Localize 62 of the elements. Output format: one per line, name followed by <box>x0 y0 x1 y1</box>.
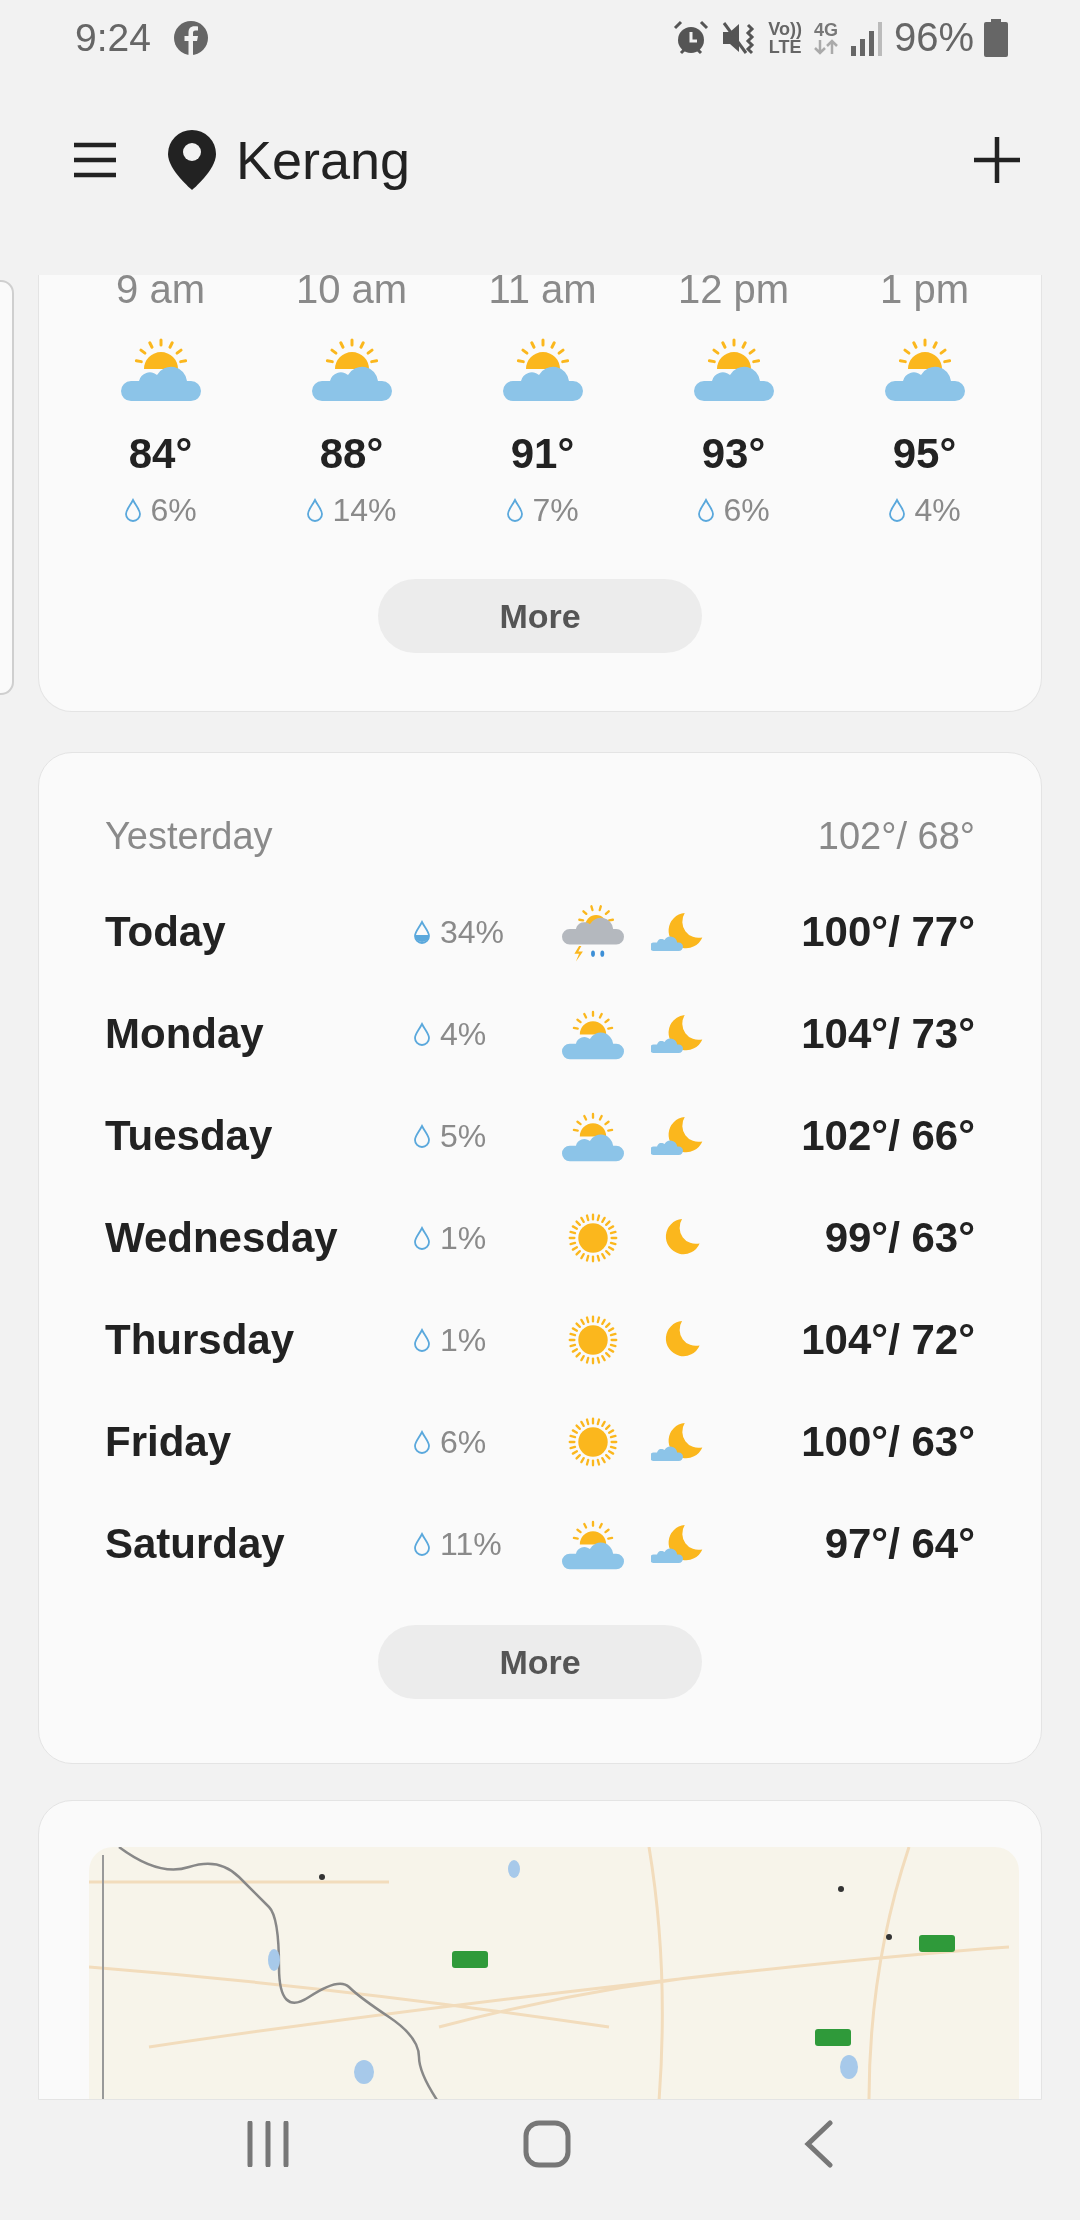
facebook-icon <box>172 19 209 56</box>
temperature-range: 97°/ 64° <box>823 1520 975 1568</box>
raindrop-icon <box>888 498 907 524</box>
status-time: 9:24 <box>75 15 151 60</box>
location-name[interactable]: Kerang <box>236 129 411 191</box>
hour-temperature: 93° <box>701 430 766 479</box>
day-name: Saturday <box>105 1520 286 1568</box>
raindrop-icon <box>506 498 525 524</box>
temperature-range: 100°/ 77° <box>800 908 975 956</box>
day-name: Yesterday <box>105 814 273 858</box>
precipitation-chance: 7% <box>532 492 579 530</box>
temperature-range: 104°/ 72° <box>800 1316 975 1364</box>
precipitation-chance: 4% <box>914 492 961 530</box>
precipitation-chance: 4% <box>440 1015 487 1053</box>
temperature-range: 99°/ 63° <box>823 1214 975 1262</box>
day-name: Today <box>105 908 227 956</box>
raindrop-icon <box>306 498 325 524</box>
hour-temperature: 91° <box>510 430 575 479</box>
day-name: Thursday <box>105 1316 296 1364</box>
home-icon[interactable] <box>523 2120 571 2168</box>
data-arrows-icon <box>811 38 840 55</box>
precipitation-chance: 14% <box>332 492 397 530</box>
precipitation-chance: 34% <box>440 913 505 951</box>
hour-label: 11 am <box>488 275 597 313</box>
alarm-icon <box>672 18 711 57</box>
precipitation-chance: 6% <box>440 1423 487 1461</box>
signal-icon <box>849 19 884 56</box>
lte-label: LTE <box>768 37 802 56</box>
hour-label: 10 am <box>295 275 408 313</box>
hour-temperature: 95° <box>892 430 957 479</box>
day-name: Friday <box>105 1418 233 1466</box>
day-name: Wednesday <box>105 1214 339 1262</box>
network-label: 4G <box>813 20 838 39</box>
precipitation-chance: 6% <box>150 492 197 530</box>
more-button[interactable]: More <box>378 1625 702 1699</box>
precipitation-chance: 5% <box>440 1117 487 1155</box>
more-button[interactable]: More <box>378 579 702 654</box>
hour-label: 12 pm <box>677 275 790 313</box>
raindrop-icon <box>124 498 143 524</box>
temperature-range: 102°/ 68° <box>817 814 975 858</box>
menu-icon[interactable] <box>72 142 118 178</box>
raindrop-icon <box>697 498 716 524</box>
battery-percent: 96% <box>893 15 974 60</box>
precipitation-chance: 6% <box>723 492 770 530</box>
precipitation-chance: 1% <box>440 1321 487 1359</box>
add-icon[interactable] <box>974 137 1020 183</box>
back-icon[interactable] <box>803 2120 834 2168</box>
precipitation-chance: 1% <box>440 1219 487 1257</box>
hour-label: 1 pm <box>880 275 969 313</box>
precipitation-chance: 11% <box>440 1525 502 1563</box>
hour-temperature: 88° <box>319 430 384 479</box>
temperature-range: 104°/ 73° <box>800 1010 975 1058</box>
volte-label: Vo)) <box>768 19 802 38</box>
temperature-range: 100°/ 63° <box>800 1418 975 1466</box>
location-pin-icon <box>168 130 216 190</box>
hour-temperature: 84° <box>128 430 193 479</box>
hour-label: 9 am <box>116 275 205 313</box>
day-name: Tuesday <box>105 1112 274 1160</box>
day-name: Monday <box>105 1010 265 1058</box>
battery-icon <box>984 18 1008 57</box>
temperature-range: 102°/ 66° <box>800 1112 975 1160</box>
recent-apps-icon[interactable] <box>246 2121 291 2167</box>
